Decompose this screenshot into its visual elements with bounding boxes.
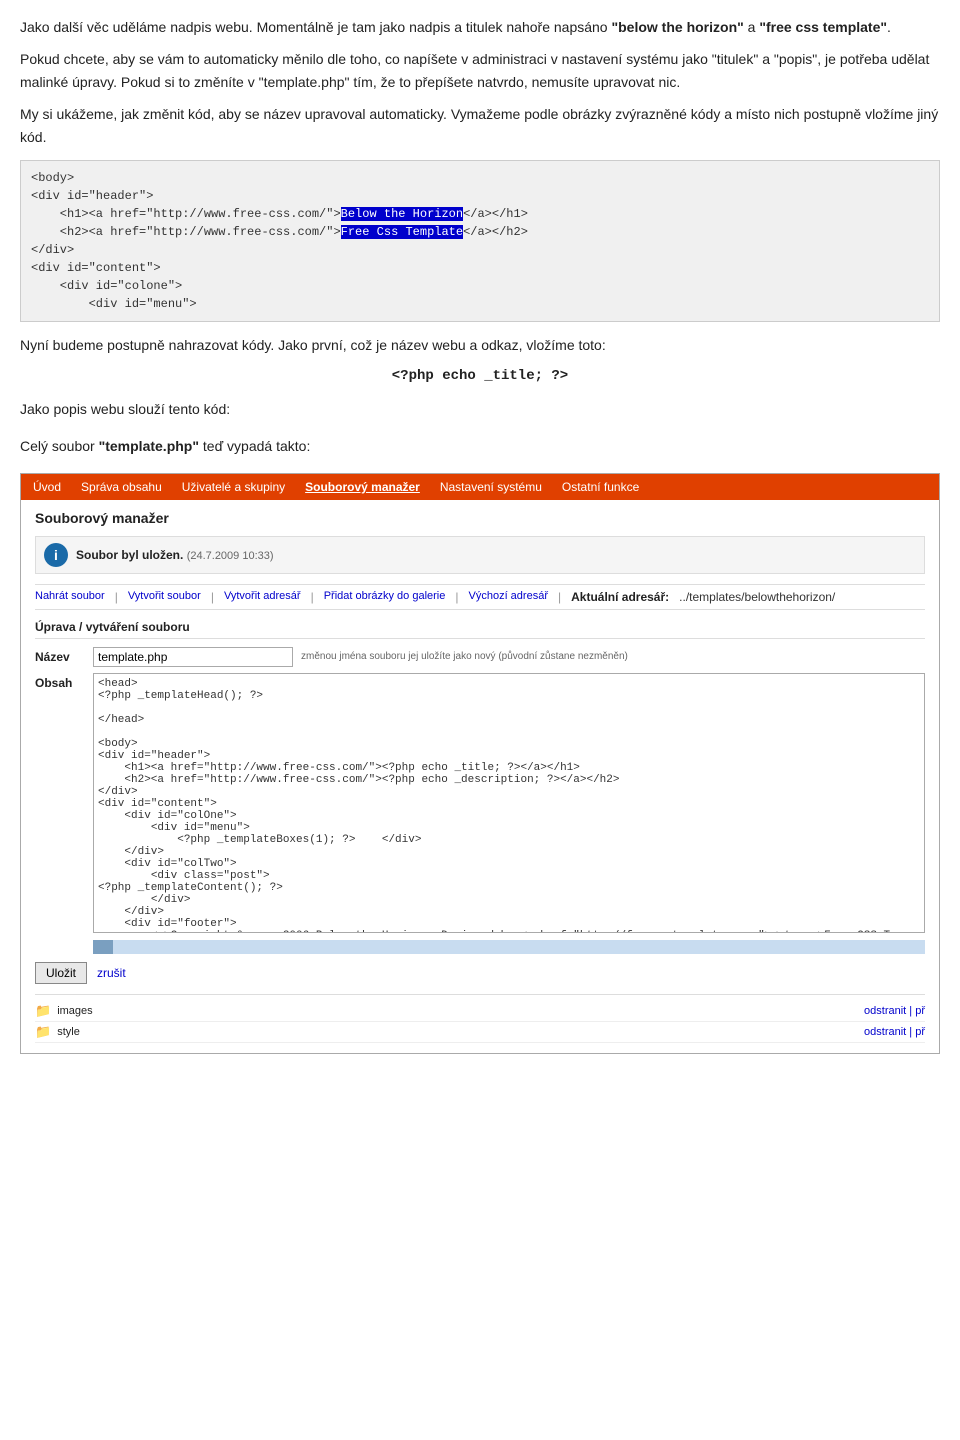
- php-title-code: <?php echo _title; ?>: [392, 368, 568, 384]
- file-name-style: style: [57, 1026, 80, 1038]
- cms-form-name-row: Název změnou jména souboru jej uložíte j…: [35, 647, 925, 667]
- file-action-images[interactable]: odstranit | př: [864, 1005, 925, 1017]
- cms-nav: Úvod Správa obsahu Uživatelé a skupiny S…: [21, 474, 939, 500]
- cms-name-hint: změnou jména souboru jej uložíte jako no…: [301, 647, 628, 662]
- cms-content-textarea[interactable]: <head> <?php _templateHead(); ?> </head>…: [93, 673, 925, 933]
- cms-form-content-row: Obsah <head> <?php _templateHead(); ?> <…: [35, 673, 925, 954]
- table-row: 📁 images odstranit | př: [35, 1001, 925, 1022]
- cms-scrollbar[interactable]: [93, 940, 925, 954]
- cms-content-area-wrapper: <head> <?php _templateHead(); ?> </head>…: [93, 673, 925, 954]
- folder-icon-style: 📁: [35, 1024, 51, 1040]
- toolbar-current-path: ../templates/belowthehorizon/: [679, 590, 835, 604]
- cancel-link[interactable]: zrušit: [97, 966, 126, 980]
- cms-name-input[interactable]: [93, 647, 293, 667]
- toolbar-add-images[interactable]: Přidat obrázky do galerie: [324, 590, 446, 604]
- info-icon: i: [44, 543, 68, 567]
- php-title-block: <?php echo _title; ?>: [20, 366, 940, 384]
- toolbar-create-file[interactable]: Vytvořit soubor: [128, 590, 201, 604]
- cms-section-title: Úprava / vytváření souboru: [35, 620, 925, 639]
- highlight-desc: Free Css Template: [341, 225, 463, 239]
- cms-info-text: Soubor byl uložen. (24.7.2009 10:33): [76, 548, 274, 562]
- file-name-images: images: [57, 1005, 92, 1017]
- cms-file-list: 📁 images odstranit | př 📁 style odstrani…: [35, 994, 925, 1043]
- cms-name-label: Název: [35, 647, 85, 664]
- cms-scrollbar-thumb: [93, 940, 113, 954]
- nav-soubory[interactable]: Souborový manažer: [301, 478, 424, 496]
- nav-nastaveni[interactable]: Nastavení systému: [436, 478, 546, 496]
- folder-icon: 📁: [35, 1003, 51, 1019]
- cms-toolbar: Nahrát soubor | Vytvořit soubor | Vytvoř…: [35, 584, 925, 610]
- replace-text: Nyní budeme postupně nahrazovat kódy. Ja…: [20, 334, 940, 356]
- toolbar-create-dir[interactable]: Vytvořit adresář: [224, 590, 301, 604]
- cms-body: Souborový manažer i Soubor byl uložen. (…: [21, 500, 939, 1053]
- cms-content-label: Obsah: [35, 673, 85, 690]
- save-button[interactable]: Uložit: [35, 962, 87, 984]
- nav-sprava[interactable]: Správa obsahu: [77, 478, 166, 496]
- cms-panel: Úvod Správa obsahu Uživatelé a skupiny S…: [20, 473, 940, 1054]
- file-left-images: 📁 images: [35, 1003, 93, 1019]
- cms-page-title: Souborový manažer: [35, 510, 925, 526]
- file-action-style[interactable]: odstranit | př: [864, 1026, 925, 1038]
- cms-info-bar: i Soubor byl uložen. (24.7.2009 10:33): [35, 536, 925, 574]
- toolbar-default-dir[interactable]: Výchozí adresář: [469, 590, 548, 604]
- template-label: Celý soubor "template.php" teď vypadá ta…: [20, 435, 940, 457]
- code-snippet: <body> <div id="header"> <h1><a href="ht…: [20, 160, 940, 322]
- intro-paragraph-2: Pokud chcete, aby se vám to automaticky …: [20, 48, 940, 93]
- toolbar-upload[interactable]: Nahrát soubor: [35, 590, 105, 604]
- file-left-style: 📁 style: [35, 1024, 80, 1040]
- nav-ostatni[interactable]: Ostatní funkce: [558, 478, 643, 496]
- highlight-title: Below the Horizon: [341, 207, 463, 221]
- nav-uvod[interactable]: Úvod: [29, 478, 65, 496]
- cms-buttons: Uložit zrušit: [35, 962, 925, 984]
- toolbar-current-label: Aktuální adresář:: [571, 590, 669, 604]
- nav-uzivatele[interactable]: Uživatelé a skupiny: [178, 478, 289, 496]
- intro-paragraph-3: My si ukážeme, jak změnit kód, aby se ná…: [20, 103, 940, 148]
- description-label: Jako popis webu slouží tento kód:: [20, 398, 940, 420]
- intro-paragraph-1: Jako další věc uděláme nadpis webu. Mome…: [20, 16, 940, 38]
- table-row: 📁 style odstranit | př: [35, 1022, 925, 1043]
